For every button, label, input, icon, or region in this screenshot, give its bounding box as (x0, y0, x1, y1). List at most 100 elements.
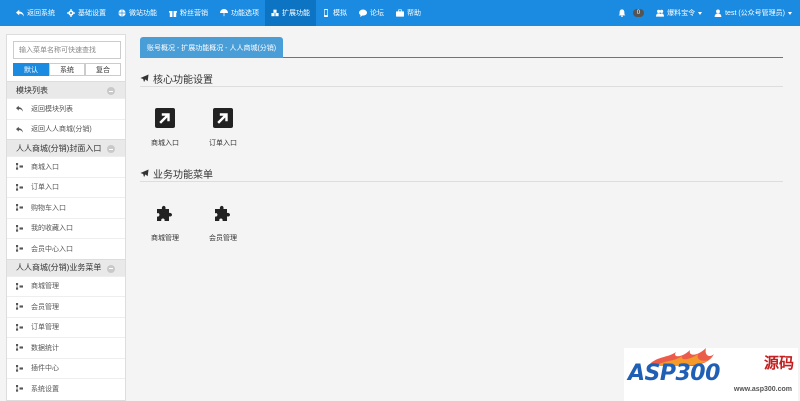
notifications-button[interactable]: 0 (618, 9, 645, 17)
reply-icon (16, 9, 24, 17)
nav-label: 功能选项 (231, 10, 259, 17)
sidebar-item-shop-manage[interactable]: 商城管理 (7, 275, 125, 297)
users-icon (656, 9, 665, 17)
sidebar-item-label: 插件中心 (31, 365, 59, 373)
sidebar-item-label: 订单入口 (31, 184, 59, 192)
sidebar-item-system-settings[interactable]: 系统设置 (7, 378, 125, 399)
watermark-url: www.asp300.com (733, 386, 792, 393)
sidebar-item-favorites-entry[interactable]: 我的收藏入口 (7, 217, 125, 239)
section-title-text: 业务功能菜单 (153, 170, 213, 181)
marketing-label: 爆料宝令 (667, 10, 696, 17)
sidebar-item-return-shop[interactable]: 返回人人商城(分销) (7, 118, 125, 140)
user-icon (714, 9, 722, 17)
briefcase-icon (396, 9, 404, 17)
sidebar-item-label: 订单管理 (31, 324, 59, 332)
sitemap-icon (16, 282, 23, 290)
nav-item-help[interactable]: 帮助 (390, 0, 427, 26)
notification-badge: 0 (632, 9, 645, 17)
sitemap-icon (16, 245, 23, 252)
nav-item-micro-site[interactable]: 微站功能 (112, 0, 163, 26)
watermark-cn: 源码 (763, 354, 794, 372)
chevron-down-icon (698, 11, 703, 15)
sidebar-item-label: 返回模块列表 (31, 105, 73, 113)
tile-label: 会员管理 (209, 235, 237, 242)
sitemap-icon (16, 323, 23, 331)
nav-label: 扩展功能 (282, 10, 310, 17)
sitemap-icon (16, 364, 23, 372)
sitemap-icon (16, 385, 23, 392)
collapse-icon[interactable] (107, 145, 115, 153)
sidebar-item-order-entry[interactable]: 订单入口 (7, 176, 125, 198)
tab-composite[interactable]: 复合 (85, 63, 121, 76)
nav-label: 微站功能 (129, 10, 157, 17)
section-title: 人人商城(分销)封面入口 (16, 143, 102, 153)
nav-item-forum[interactable]: 论坛 (353, 0, 390, 26)
marketing-dropdown[interactable]: 爆料宝令 (656, 8, 703, 18)
chevron-down-icon (788, 11, 792, 15)
cubes-icon (271, 9, 279, 17)
section-business-menu[interactable]: 人人商城(分销)业务菜单 (7, 258, 125, 276)
sidebar-item-statistics[interactable]: 数据统计 (7, 337, 125, 358)
breadcrumb-tab[interactable]: 账号概况 - 扩展功能概况 - 人人商城(分销) (140, 37, 284, 58)
mobile-icon (324, 9, 328, 17)
sitemap-icon (16, 224, 23, 232)
collapse-icon[interactable] (107, 87, 115, 95)
breadcrumb: 账号概况 - 扩展功能概况 - 人人商城(分销) (140, 37, 783, 58)
sidebar-item-label: 会员中心入口 (31, 245, 73, 253)
tile-order-entry[interactable]: 订单入口 (203, 108, 243, 148)
nav-label: 模拟 (333, 10, 347, 17)
nav-item-return-system[interactable]: 返回系统 (10, 0, 61, 26)
sidebar-tabs: 默认 系统 复合 (13, 63, 121, 76)
sitemap-icon (16, 204, 23, 211)
top-navbar: 返回系统 基础设置 微站功能 粉丝营销 功能选项 扩展功能 模拟 论坛 帮助 0… (0, 0, 800, 26)
nav-item-function-options[interactable]: 功能选项 (214, 0, 265, 26)
nav-item-basic-settings[interactable]: 基础设置 (61, 0, 112, 26)
sitemap-icon (16, 344, 23, 351)
sidebar-item-label: 购物车入口 (31, 204, 66, 212)
section-divider (140, 86, 783, 87)
nav-label: 粉丝营销 (180, 10, 208, 17)
sidebar-item-cart-entry[interactable]: 购物车入口 (7, 197, 125, 218)
section-divider (140, 181, 783, 182)
tab-default[interactable]: 默认 (13, 63, 49, 76)
nav-item-fans-marketing[interactable]: 粉丝营销 (163, 0, 214, 26)
user-dropdown[interactable]: test (公众号管理员) (714, 8, 792, 18)
nav-item-simulate[interactable]: 模拟 (316, 0, 353, 26)
plane-icon (140, 169, 149, 178)
section-module-list[interactable]: 模块列表 (7, 81, 125, 98)
gear-icon (67, 9, 75, 17)
sidebar-item-member-manage[interactable]: 会员管理 (7, 296, 125, 317)
reply-icon (16, 105, 23, 112)
tile-shop-manage[interactable]: 商城管理 (145, 203, 185, 243)
umbrella-icon (220, 9, 228, 17)
sidebar: 默认 系统 复合 模块列表 返回模块列表 返回人人商城(分销) 人人商城(分销)… (6, 34, 126, 401)
nav-label: 帮助 (407, 10, 421, 17)
sidebar-item-member-entry[interactable]: 会员中心入口 (7, 238, 125, 259)
sidebar-item-label: 商城管理 (31, 283, 59, 291)
nav-label: 基础设置 (78, 10, 106, 17)
tile-member-manage[interactable]: 会员管理 (203, 203, 243, 243)
nav-item-extensions[interactable]: 扩展功能 (265, 0, 316, 26)
section-title-text: 核心功能设置 (153, 75, 213, 86)
watermark-logo: ASP300 源码 www.asp300.com (624, 348, 798, 401)
nav-right: 0 爆料宝令 test (公众号管理员) (606, 0, 792, 26)
section-cover-entry[interactable]: 人人商城(分销)封面入口 (7, 139, 125, 156)
sidebar-item-label: 会员管理 (31, 303, 59, 311)
sidebar-item-return-modules[interactable]: 返回模块列表 (7, 98, 125, 119)
sidebar-item-plugins[interactable]: 插件中心 (7, 357, 125, 379)
menu-search-input[interactable] (13, 41, 121, 59)
collapse-icon[interactable] (107, 264, 115, 273)
sidebar-item-order-manage[interactable]: 订单管理 (7, 316, 125, 338)
external-link-icon (155, 108, 175, 128)
tab-system[interactable]: 系统 (49, 63, 85, 76)
tile-label: 订单入口 (209, 140, 237, 147)
tile-label: 商城管理 (151, 235, 179, 242)
sitemap-icon (16, 303, 23, 310)
sitemap-icon (16, 183, 23, 191)
reply-icon (16, 126, 23, 133)
plane-icon (140, 74, 149, 83)
puzzle-icon (215, 205, 231, 221)
sidebar-item-shop-entry[interactable]: 商城入口 (7, 156, 125, 177)
sidebar-item-label: 系统设置 (31, 385, 59, 393)
tile-shop-entry[interactable]: 商城入口 (145, 108, 185, 148)
